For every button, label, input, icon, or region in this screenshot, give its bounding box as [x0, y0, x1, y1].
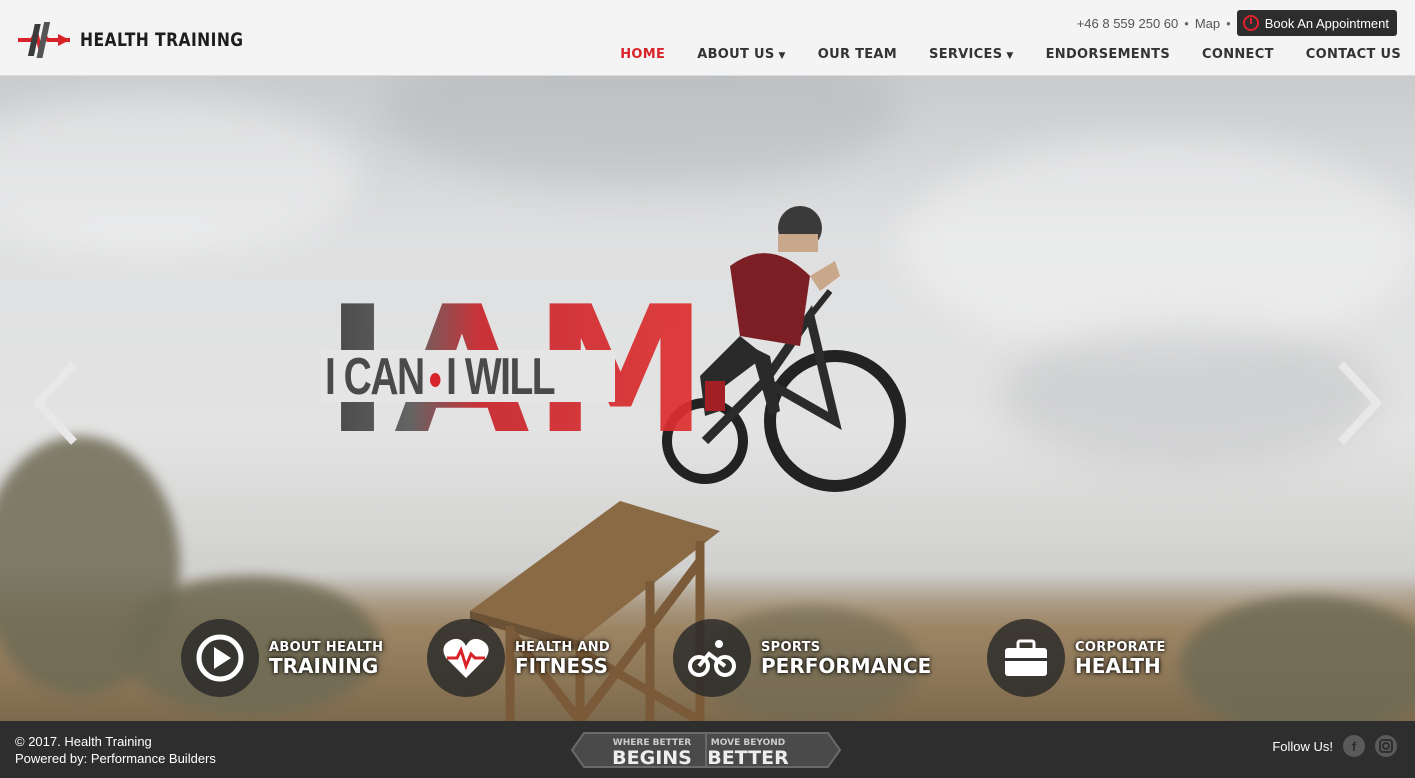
phone-link[interactable]: +46 8 559 250 60 — [1077, 16, 1179, 31]
nav-label: CONTACT US — [1305, 47, 1401, 62]
separator: • — [1184, 15, 1189, 31]
brand-name: HEALTH TRAINING — [80, 29, 244, 51]
red-dot — [429, 373, 441, 388]
cloud — [0, 96, 360, 256]
service-label: SPORTS PERFORMANCE — [761, 641, 931, 676]
cyclist-icon — [673, 619, 751, 697]
service-line1: HEALTH AND — [515, 639, 610, 655]
service-links: ABOUT HEALTH TRAINING HEALTH AND FITNESS… — [0, 619, 1415, 699]
hero-slogan: IAM I CANI WILL — [321, 284, 708, 459]
cloud — [1000, 326, 1380, 466]
separator: • — [1226, 15, 1231, 31]
nav-connect[interactable]: CONNECT — [1186, 47, 1290, 62]
tagline-right-big: BETTER — [707, 747, 789, 769]
nav-label: OUR TEAM — [817, 47, 898, 62]
main-nav: HOME ABOUT US ▼ OUR TEAM SERVICES ▼ ENDORS… — [604, 47, 1401, 62]
service-line2: TRAINING — [269, 653, 379, 678]
logo[interactable]: HEALTH TRAINING — [14, 18, 279, 62]
service-label: HEALTH AND FITNESS — [515, 641, 610, 676]
tagline-left-big: BEGINS — [612, 747, 692, 769]
nav-label: ENDORSEMENTS — [1045, 47, 1170, 62]
site-header: HEALTH TRAINING +46 8 559 250 60 • Map •… — [0, 0, 1415, 76]
tagline-badge: WHERE BETTER BEGINS MOVE BEYOND BETTER — [570, 732, 842, 769]
footer-credits: © 2017. Health Training Powered by: Perf… — [15, 733, 216, 767]
nav-about-us[interactable]: ABOUT US ▼ — [681, 47, 802, 62]
site-footer: © 2017. Health Training Powered by: Perf… — [0, 721, 1415, 778]
service-line2: HEALTH — [1075, 653, 1161, 678]
nav-label: SERVICES — [929, 47, 1003, 62]
facebook-icon[interactable]: f — [1343, 735, 1365, 757]
cloud — [380, 76, 900, 186]
nav-services[interactable]: SERVICES ▼ — [913, 47, 1030, 62]
follow-us: Follow Us! f — [1272, 735, 1397, 757]
service-corporate-health[interactable]: CORPORATE HEALTH — [987, 619, 1166, 697]
book-appointment-label: Book An Appointment — [1264, 15, 1389, 31]
clock-icon — [1242, 15, 1259, 31]
service-sports-performance[interactable]: SPORTS PERFORMANCE — [673, 619, 931, 697]
follow-label: Follow Us! — [1272, 738, 1333, 754]
service-line2: PERFORMANCE — [761, 653, 932, 678]
briefcase-icon — [987, 619, 1065, 697]
copyright-text: © 2017. Health Training — [15, 734, 152, 749]
nav-contact-us[interactable]: CONTACT US — [1290, 47, 1401, 62]
topbar: +46 8 559 250 60 • Map • Book An Appoint… — [1077, 10, 1397, 36]
instagram-icon[interactable] — [1375, 735, 1397, 757]
service-label: ABOUT HEALTH TRAINING — [269, 641, 383, 676]
caret-down-icon: ▼ — [778, 51, 786, 61]
cloud — [900, 136, 1415, 356]
nav-our-team[interactable]: OUR TEAM — [802, 47, 913, 62]
service-about-health-training[interactable]: ABOUT HEALTH TRAINING — [181, 619, 383, 697]
service-line2: FITNESS — [515, 653, 609, 678]
service-line1: CORPORATE — [1075, 639, 1166, 655]
nav-label: CONNECT — [1202, 47, 1274, 62]
service-line1: ABOUT HEALTH — [269, 639, 384, 655]
service-line1: SPORTS — [761, 639, 821, 655]
nav-label: HOME — [620, 47, 666, 62]
nav-endorsements[interactable]: ENDORSEMENTS — [1030, 47, 1186, 62]
map-link[interactable]: Map — [1195, 16, 1220, 31]
slider-next-arrow-icon[interactable] — [1335, 358, 1385, 448]
slogan-will: I WILL — [446, 348, 555, 406]
slider-prev-arrow-icon[interactable] — [30, 358, 80, 448]
caret-down-icon: ▼ — [1006, 51, 1014, 61]
book-appointment-button[interactable]: Book An Appointment — [1236, 10, 1397, 36]
play-icon — [181, 619, 259, 697]
logo-mark-icon — [18, 22, 70, 58]
slogan-can: I CAN — [325, 348, 425, 406]
heartbeat-icon — [427, 619, 505, 697]
service-health-and-fitness[interactable]: HEALTH AND FITNESS — [427, 619, 610, 697]
powered-by-link[interactable]: Powered by: Performance Builders — [15, 750, 216, 767]
nav-home[interactable]: HOME — [604, 47, 681, 62]
nav-label: ABOUT US — [697, 47, 775, 62]
service-label: CORPORATE HEALTH — [1075, 641, 1166, 676]
slogan-text: I CAN I WILL — [325, 347, 556, 407]
